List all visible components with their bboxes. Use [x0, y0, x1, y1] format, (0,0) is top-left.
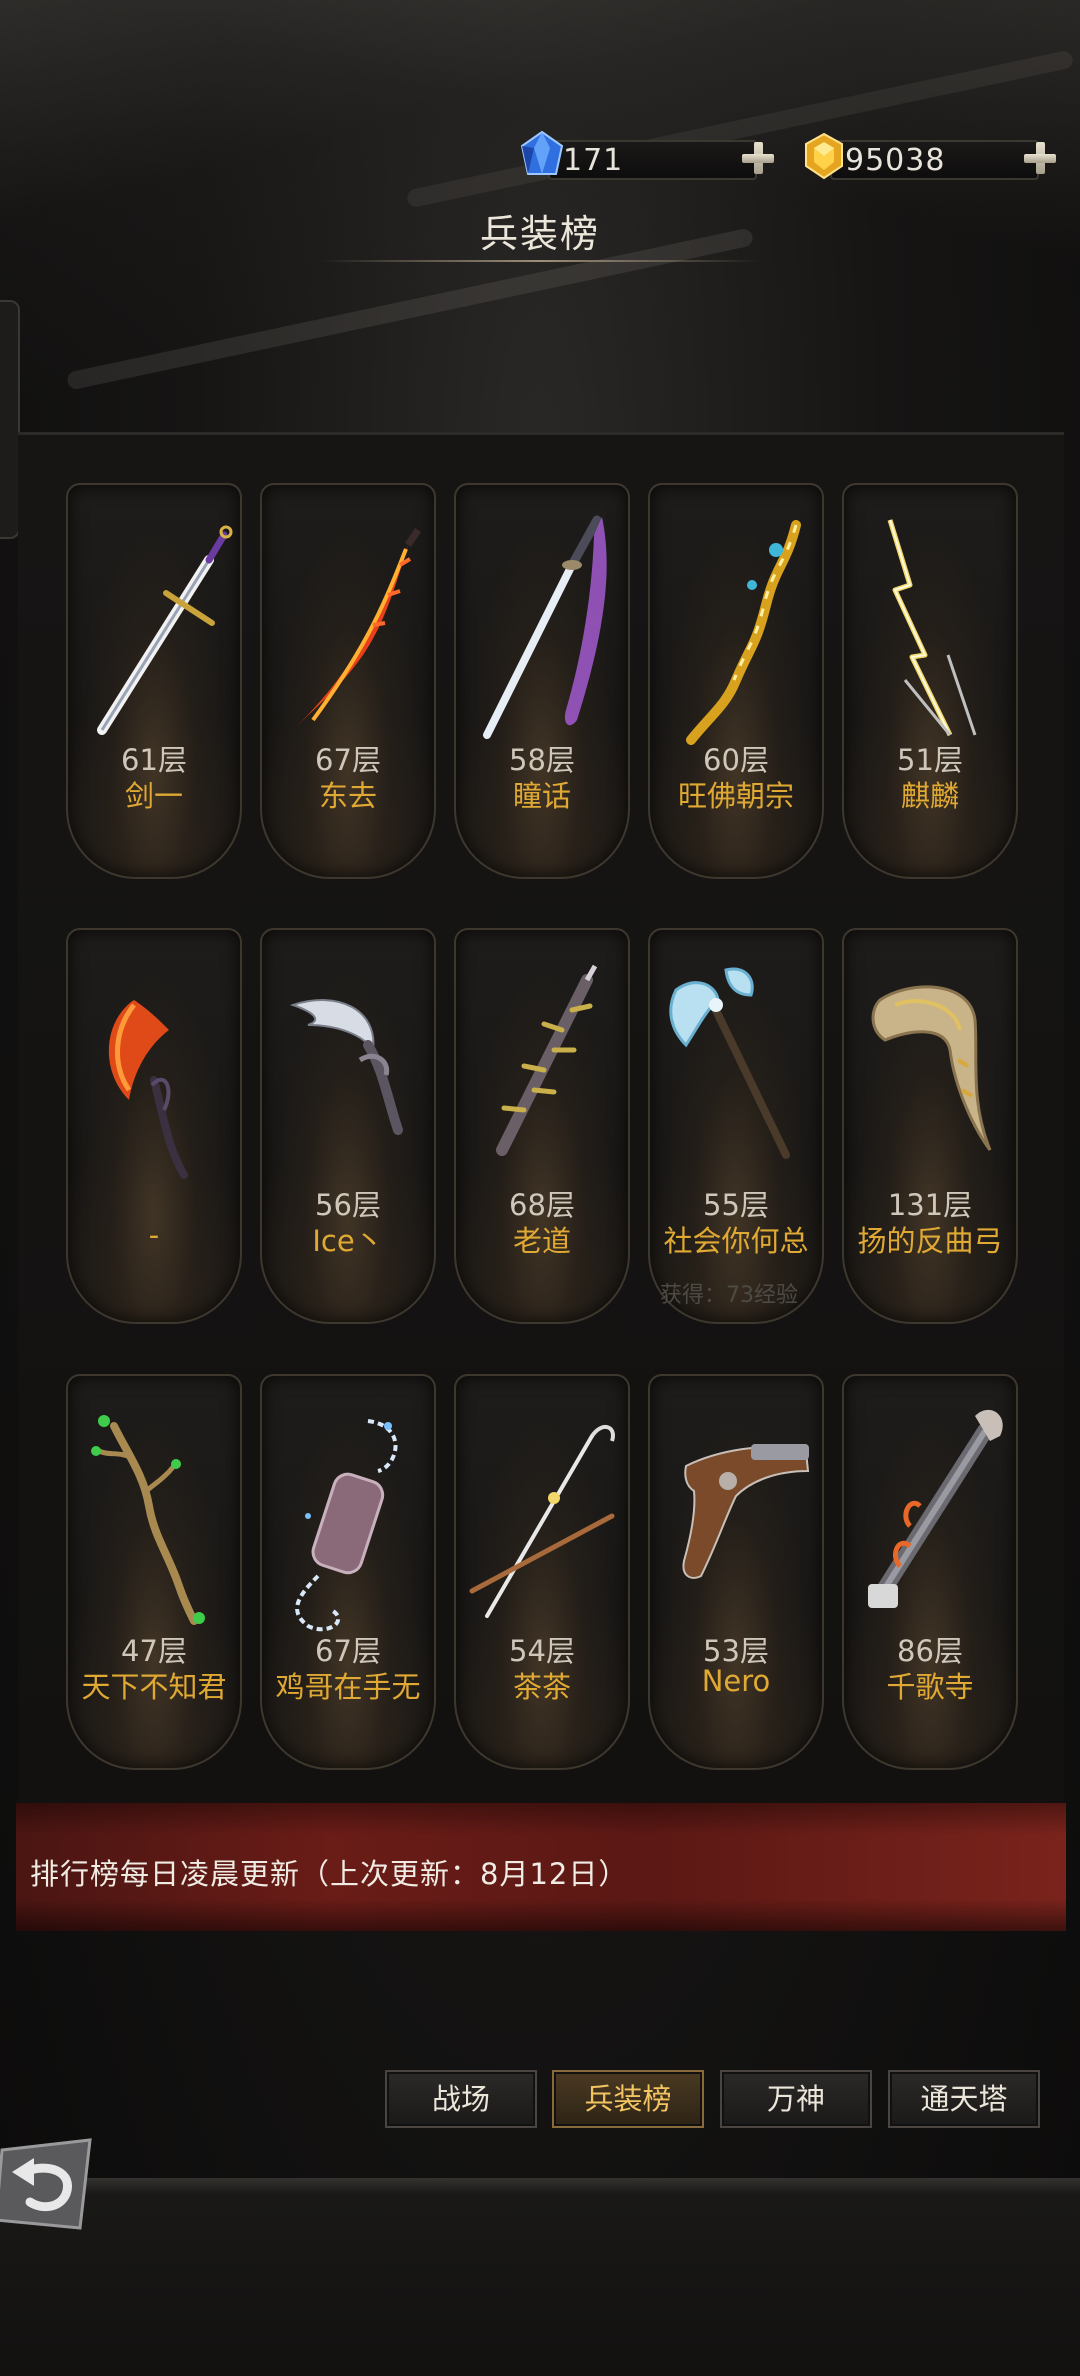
weapon-card[interactable]: 47层 天下不知君 [66, 1374, 242, 1770]
card-player-name: 旺佛朝宗 [677, 779, 794, 813]
card-player-name: 天下不知君 [81, 1670, 227, 1704]
card-player-name: 麒麟 [900, 779, 959, 813]
golden-spear-icon [686, 520, 801, 745]
weapon-card[interactable]: 86层 千歌寺 [842, 1374, 1018, 1770]
card-player-name: 扬的反曲弓 [857, 1224, 1003, 1258]
bottom-bar-edge [0, 2178, 1080, 2194]
tab-battlefield[interactable]: 战场 [385, 2070, 537, 2128]
sword-icon [97, 525, 233, 735]
reward-text: 获得：73经验 [660, 1283, 798, 1308]
gold-counter: 95038 [800, 132, 1060, 180]
crossed-staves-icon [469, 1425, 615, 1618]
weapon-card[interactable]: 54层 茶茶 [454, 1374, 630, 1770]
curved-dagger-icon [289, 999, 403, 1135]
tab-tower[interactable]: 通天塔 [888, 2070, 1040, 2128]
weapon-card[interactable]: 56层 Ice丶 [260, 928, 436, 1324]
weapon-card[interactable]: 51层 麒麟 [842, 483, 1018, 879]
card-player-name: 千歌寺 [886, 1670, 974, 1704]
flame-blade-icon [293, 528, 421, 730]
katana-icon [483, 515, 607, 739]
horn-bow-icon [871, 985, 992, 1151]
card-player-name: 老道 [512, 1224, 571, 1258]
blunderbuss-axe-icon [868, 1409, 1003, 1608]
card-player-name: 瞳话 [512, 779, 571, 813]
card-player-name: 鸡哥在手无 [275, 1670, 421, 1704]
update-banner: 排行榜每日凌晨更新（上次更新：8月12日） [16, 1803, 1066, 1931]
title-divider [320, 260, 760, 262]
weapon-card[interactable]: 53层 Nero [648, 1374, 824, 1770]
blue-gem-icon [520, 130, 564, 175]
update-notice: 排行榜每日凌晨更新（上次更新：8月12日） [30, 1857, 629, 1891]
weapon-card[interactable]: 67层 鸡哥在手无 [260, 1374, 436, 1770]
add-gold-button[interactable] [1020, 138, 1060, 178]
page-title: 兵装榜 [479, 212, 600, 256]
branch-staff-icon [91, 1415, 205, 1625]
back-arrow-icon[interactable] [0, 2132, 98, 2236]
card-player-name: 茶茶 [512, 1670, 571, 1704]
chain-gauntlet-icon [295, 1419, 398, 1632]
weapon-card[interactable]: 67层 东去 [260, 483, 436, 879]
bottom-bar [0, 2178, 1080, 2376]
fire-scythe-icon [108, 1000, 188, 1179]
weapon-card[interactable]: 55层 社会你何总 [648, 928, 824, 1324]
weapon-card[interactable]: 68层 老道 [454, 928, 630, 1324]
card-player-name: 剑一 [124, 779, 183, 813]
spiked-blade-icon [496, 964, 598, 1156]
gem-count: 171 [563, 143, 624, 178]
flintlock-pistol-icon [682, 1444, 810, 1579]
card-player-name: Nero [701, 1664, 771, 1698]
card-player-name: Ice丶 [312, 1224, 384, 1258]
weapon-card[interactable]: - [66, 928, 242, 1324]
lightning-spear-icon [887, 519, 977, 737]
gold-count: 95038 [845, 143, 946, 178]
battle-axe-icon [669, 967, 790, 1159]
gold-coin-icon [805, 132, 843, 180]
side-drawer-tab[interactable] [0, 300, 20, 539]
card-player-name: 东去 [318, 779, 377, 813]
tab-pantheon[interactable]: 万神 [720, 2070, 872, 2128]
tab-weapon-ranking[interactable]: 兵装榜 [552, 2070, 704, 2128]
gem-counter: 171 [518, 130, 778, 180]
card-player-name: 社会你何总 [663, 1224, 809, 1258]
weapon-card[interactable]: 61层 剑一 [66, 483, 242, 879]
add-gem-button[interactable] [738, 138, 778, 178]
weapon-card[interactable]: 58层 瞳话 [454, 483, 630, 879]
card-player-name: - [148, 1218, 160, 1252]
weapon-card[interactable]: 131层 扬的反曲弓 [842, 928, 1018, 1324]
weapon-card[interactable]: 60层 旺佛朝宗 [648, 483, 824, 879]
